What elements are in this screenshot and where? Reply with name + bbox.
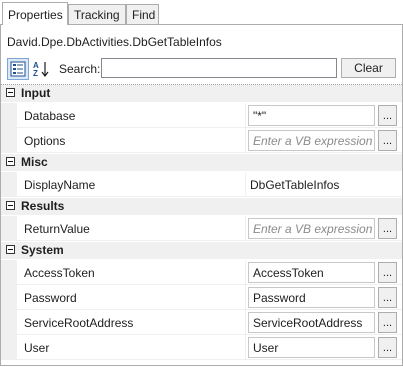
serviceroot-value-field[interactable]: ServiceRootAddress <box>248 312 375 333</box>
property-name: ReturnValue <box>24 222 90 236</box>
options-value-field[interactable]: Enter a VB expression <box>248 130 375 151</box>
property-row-accesstoken: AccessToken AccessToken ... <box>1 260 402 285</box>
sort-alphabetical-icon: A Z <box>33 61 49 78</box>
categorized-view-icon <box>10 61 26 77</box>
property-row-user: User User ... <box>1 335 402 360</box>
category-label: System <box>21 243 64 257</box>
alphabetical-sort-button[interactable]: A Z <box>30 58 52 80</box>
search-label: Search: <box>59 62 101 76</box>
properties-toolbar: A Z Search: Clear <box>1 58 402 82</box>
category-input[interactable]: Input <box>1 85 402 102</box>
collapse-icon[interactable] <box>6 88 15 97</box>
property-row-displayname: DisplayName DbGetTableInfos <box>1 172 402 197</box>
property-row-returnvalue: ReturnValue Enter a VB expression ... <box>1 216 402 241</box>
collapse-icon[interactable] <box>6 245 15 254</box>
category-label: Input <box>21 86 51 100</box>
category-system[interactable]: System <box>1 242 402 259</box>
database-value-field[interactable]: "*" <box>248 105 375 126</box>
accesstoken-value-field[interactable]: AccessToken <box>248 262 375 283</box>
property-name: DisplayName <box>24 178 96 192</box>
clear-button[interactable]: Clear <box>341 58 396 78</box>
selected-object-type: David.Dpe.DbActivities.DbGetTableInfos <box>7 35 222 49</box>
category-label: Misc <box>21 155 48 169</box>
svg-text:Z: Z <box>33 69 38 78</box>
properties-panel: David.Dpe.DbActivities.DbGetTableInfos A… <box>0 24 403 366</box>
database-ellipsis-button[interactable]: ... <box>378 105 397 126</box>
tab-strip: Properties Tracking Find <box>0 0 403 25</box>
accesstoken-ellipsis-button[interactable]: ... <box>378 262 397 283</box>
property-name: Password <box>24 291 77 305</box>
property-name: User <box>24 341 50 355</box>
property-name: Database <box>24 109 76 123</box>
collapse-icon[interactable] <box>6 157 15 166</box>
serviceroot-ellipsis-button[interactable]: ... <box>378 312 397 333</box>
category-misc[interactable]: Misc <box>1 154 402 171</box>
category-results[interactable]: Results <box>1 198 402 215</box>
collapse-icon[interactable] <box>6 201 15 210</box>
tab-tracking[interactable]: Tracking <box>68 4 126 24</box>
property-row-database: Database "*" ... <box>1 103 402 128</box>
password-value-field[interactable]: Password <box>248 287 375 308</box>
property-name: Options <box>24 134 66 148</box>
options-ellipsis-button[interactable]: ... <box>378 130 397 151</box>
user-ellipsis-button[interactable]: ... <box>378 337 397 358</box>
property-row-password: Password Password ... <box>1 285 402 310</box>
category-label: Results <box>21 199 65 213</box>
tab-properties[interactable]: Properties <box>2 2 68 25</box>
tab-find[interactable]: Find <box>126 4 159 24</box>
user-value-field[interactable]: User <box>248 337 375 358</box>
property-row-options: Options Enter a VB expression ... <box>1 128 402 153</box>
displayname-value[interactable]: DbGetTableInfos <box>250 178 339 192</box>
property-row-serviceroot: ServiceRootAddress ServiceRootAddress ..… <box>1 310 402 335</box>
property-name: ServiceRootAddress <box>24 316 134 330</box>
password-ellipsis-button[interactable]: ... <box>378 287 397 308</box>
search-input[interactable] <box>101 58 337 78</box>
property-name: AccessToken <box>24 266 95 280</box>
property-grid: Input Database "*" ... Options Enter a V… <box>1 84 402 367</box>
returnvalue-ellipsis-button[interactable]: ... <box>378 218 397 239</box>
returnvalue-value-field[interactable]: Enter a VB expression <box>248 218 375 239</box>
categorized-view-button[interactable] <box>7 58 29 80</box>
